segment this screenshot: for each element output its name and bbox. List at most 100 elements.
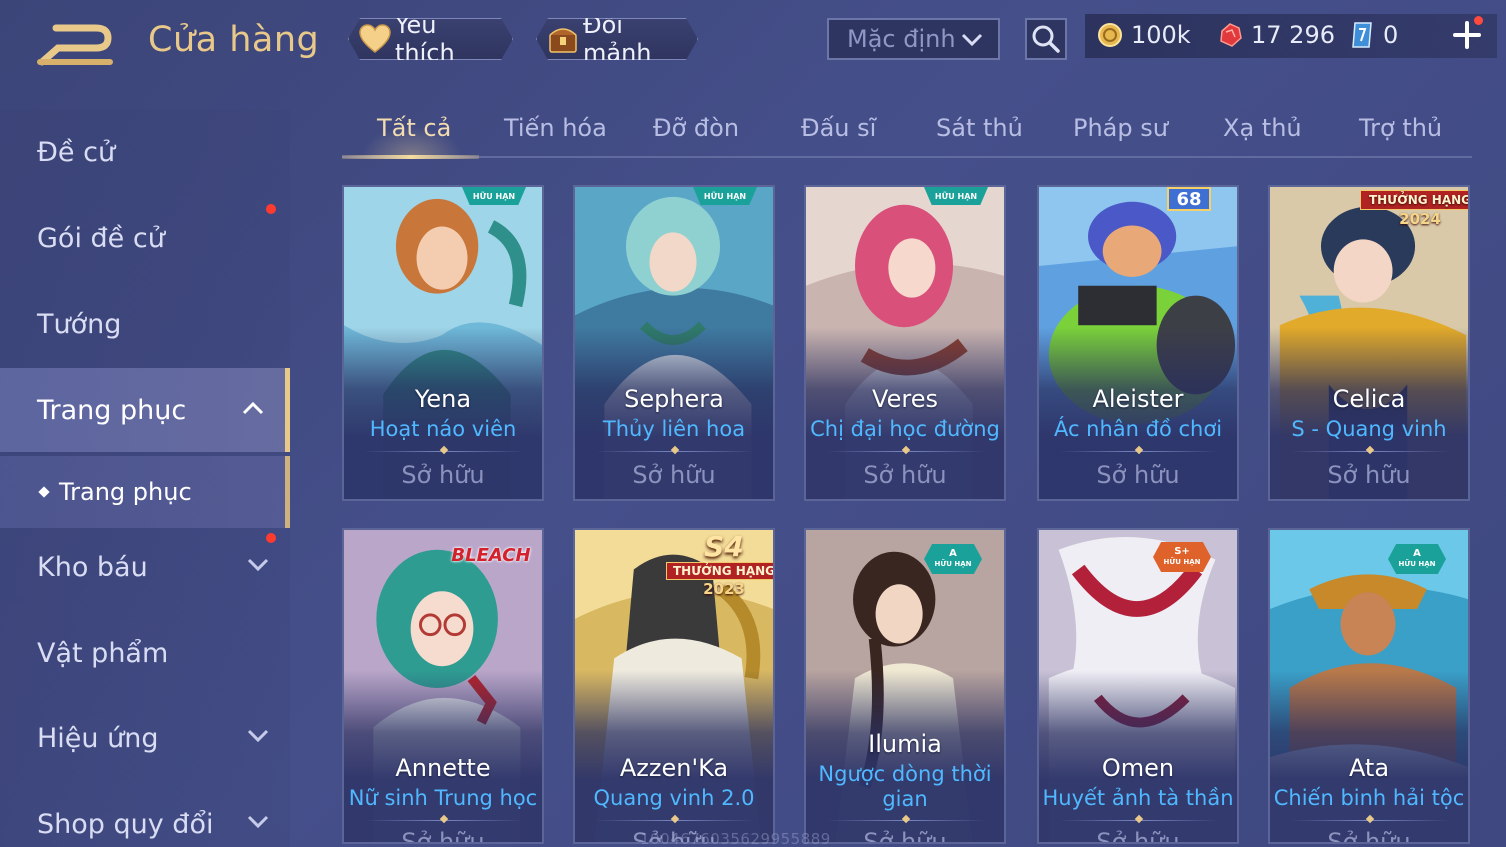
favorite-label: Yêu thích	[395, 11, 455, 67]
card-divider	[364, 820, 524, 821]
sidebar-item-recommended-packs[interactable]: Gói đề cử	[0, 196, 290, 280]
hero-name: Ata	[1348, 754, 1390, 782]
top-bar: Cửa hàng Yêu thích Đổi mảnh Mặc định 100…	[0, 0, 1506, 80]
watermark-id: 1004676035629955889	[640, 830, 831, 847]
hero-name: Celica	[1332, 385, 1406, 413]
tab-all[interactable]: Tất cả	[377, 114, 451, 142]
notification-dot	[1474, 16, 1483, 25]
card-divider	[1059, 820, 1219, 821]
voucher-currency: 0	[1347, 20, 1398, 50]
sidebar-item-label: Gói đề cử	[37, 222, 165, 254]
limited-badge: HỮU HẠN	[924, 187, 988, 205]
active-tab-indicator	[342, 155, 479, 159]
skin-card[interactable]: 68 Aleister Ác nhân đồ chơi Sở hữu	[1037, 185, 1239, 501]
chevron-down-icon	[247, 558, 269, 572]
hero-name: Yena	[414, 385, 472, 413]
tab-fighter[interactable]: Đấu sĩ	[801, 114, 876, 142]
rank-reward-year: 2024	[1399, 210, 1441, 228]
skin-card[interactable]: HỮU HẠN Veres Chị đại học đường Sở hữu	[804, 185, 1006, 501]
tab-tank[interactable]: Đỡ đòn	[653, 114, 739, 142]
skin-card[interactable]: HỮU HẠN Sephera Thủy liên hoa Sở hữu	[573, 185, 775, 501]
season-label: S4	[704, 530, 744, 563]
sidebar: Đề cử Gói đề cử Tướng Trang phục Trang p…	[0, 110, 290, 847]
sort-value: Mặc định	[847, 25, 956, 53]
search-icon	[1032, 25, 1060, 53]
skin-card[interactable]: S4 THƯỞNG HẠNG 2023 Azzen'Ka Quang vinh …	[573, 528, 775, 844]
sort-dropdown[interactable]: Mặc định	[827, 18, 1000, 60]
gold-coin-icon	[1095, 20, 1125, 50]
card-divider	[826, 451, 986, 452]
limited-label: HỮU HẠN	[934, 560, 972, 568]
owned-status: Sở hữu	[401, 828, 485, 844]
card-divider	[826, 820, 986, 821]
collab-badge: BLEACH	[451, 544, 531, 566]
chevron-up-icon	[242, 401, 264, 415]
search-button[interactable]	[1025, 18, 1067, 60]
sidebar-subitem-label: Trang phục	[59, 478, 192, 506]
owned-status: Sở hữu	[632, 461, 716, 489]
skin-card[interactable]: S+ HỮU HẠN Omen Huyết ảnh tà thần Sở hữu	[1037, 528, 1239, 844]
skin-name: Chiến binh hải tộc	[1273, 786, 1465, 810]
sidebar-item-exchange-shop[interactable]: Shop quy đổi	[0, 782, 290, 847]
rank-reward-year: 2023	[703, 580, 745, 598]
rank-reward-label: THƯỞNG HẠNG	[665, 562, 773, 580]
chevron-down-icon	[961, 33, 983, 47]
tab-marksman[interactable]: Xạ thủ	[1223, 114, 1302, 142]
sidebar-item-effects[interactable]: Hiệu ứng	[0, 696, 290, 780]
back-arrow-icon[interactable]	[36, 22, 116, 66]
tab-evolution[interactable]: Tiến hóa	[504, 114, 607, 142]
gold-amount: 100k	[1131, 21, 1191, 49]
skin-name: Huyết ảnh tà thần	[1042, 786, 1234, 810]
sidebar-item-label: Kho báu	[37, 551, 148, 583]
exchange-label: Đổi mảnh	[583, 11, 652, 67]
card-divider	[1290, 451, 1450, 452]
sidebar-item-label: Tướng	[37, 308, 122, 340]
owned-status: Sở hữu	[863, 461, 947, 489]
owned-status: Sở hữu	[1327, 828, 1411, 844]
tab-assassin[interactable]: Sát thủ	[936, 114, 1023, 142]
grade-badge: A HỮU HẠN	[1388, 544, 1446, 574]
tab-support[interactable]: Trợ thủ	[1359, 114, 1442, 142]
card-divider	[364, 451, 524, 452]
chevron-down-icon	[247, 729, 269, 743]
gold-currency: 100k	[1095, 20, 1191, 50]
skin-card[interactable]: THƯỞNG HẠNG 2024 Celica S - Quang vinh S…	[1268, 185, 1470, 501]
limited-label: HỮU HẠN	[1398, 560, 1436, 568]
skin-card[interactable]: BLEACH Annette Nữ sinh Trung học Sở hữu	[342, 528, 544, 844]
skin-name: Ngược dòng thời gian	[818, 762, 992, 811]
tab-mage[interactable]: Pháp sư	[1073, 114, 1168, 142]
ruby-icon	[1215, 20, 1245, 50]
owned-status: Sở hữu	[1327, 461, 1411, 489]
grade-badge: S+ HỮU HẠN	[1153, 542, 1211, 572]
sidebar-item-treasure[interactable]: Kho báu	[0, 525, 290, 609]
notification-dot	[266, 204, 276, 214]
exchange-fragments-button[interactable]: Đổi mảnh	[536, 18, 698, 60]
skin-card[interactable]: HỮU HẠN Yena Hoạt náo viên Sở hữu	[342, 185, 544, 501]
hero-name: Ilumia	[868, 730, 942, 758]
sidebar-item-items[interactable]: Vật phẩm	[0, 611, 290, 695]
skin-card[interactable]: A HỮU HẠN Ata Chiến binh hải tộc Sở hữu	[1268, 528, 1470, 844]
skin-card[interactable]: A HỮU HẠN Ilumia Ngược dòng thời gian Sở…	[804, 528, 1006, 844]
hero-name: Aleister	[1092, 385, 1184, 413]
sidebar-item-recommended[interactable]: Đề cử	[0, 110, 290, 194]
skin-name: Thủy liên hoa	[602, 417, 746, 441]
diamond-bullet-icon	[38, 486, 50, 498]
currency-bar: 100k 17 296 0	[1085, 14, 1497, 58]
hero-name: Veres	[872, 385, 938, 413]
limited-badge: HỮU HẠN	[462, 187, 526, 205]
favorite-button[interactable]: Yêu thích	[348, 18, 513, 60]
page-title: Cửa hàng	[148, 20, 320, 60]
sidebar-item-heroes[interactable]: Tướng	[0, 282, 290, 366]
sidebar-subitem-skins[interactable]: Trang phục	[0, 456, 290, 528]
rank-reward-label: THƯỞNG HẠNG	[1360, 190, 1468, 210]
grade-badge: A HỮU HẠN	[924, 544, 982, 574]
sidebar-item-label: Trang phục	[37, 394, 187, 426]
hero-name: Sephera	[624, 385, 724, 413]
season-rank-badge: S4 THƯỞNG HẠNG 2023	[665, 530, 773, 598]
grade-label: A	[949, 548, 957, 559]
hero-name: Azzen'Ka	[619, 754, 729, 782]
sidebar-item-skins[interactable]: Trang phục	[0, 368, 290, 452]
limited-label: HỮU HẠN	[1163, 558, 1201, 566]
owned-status: Sở hữu	[1096, 828, 1180, 844]
skin-name: S - Quang vinh	[1291, 417, 1447, 441]
